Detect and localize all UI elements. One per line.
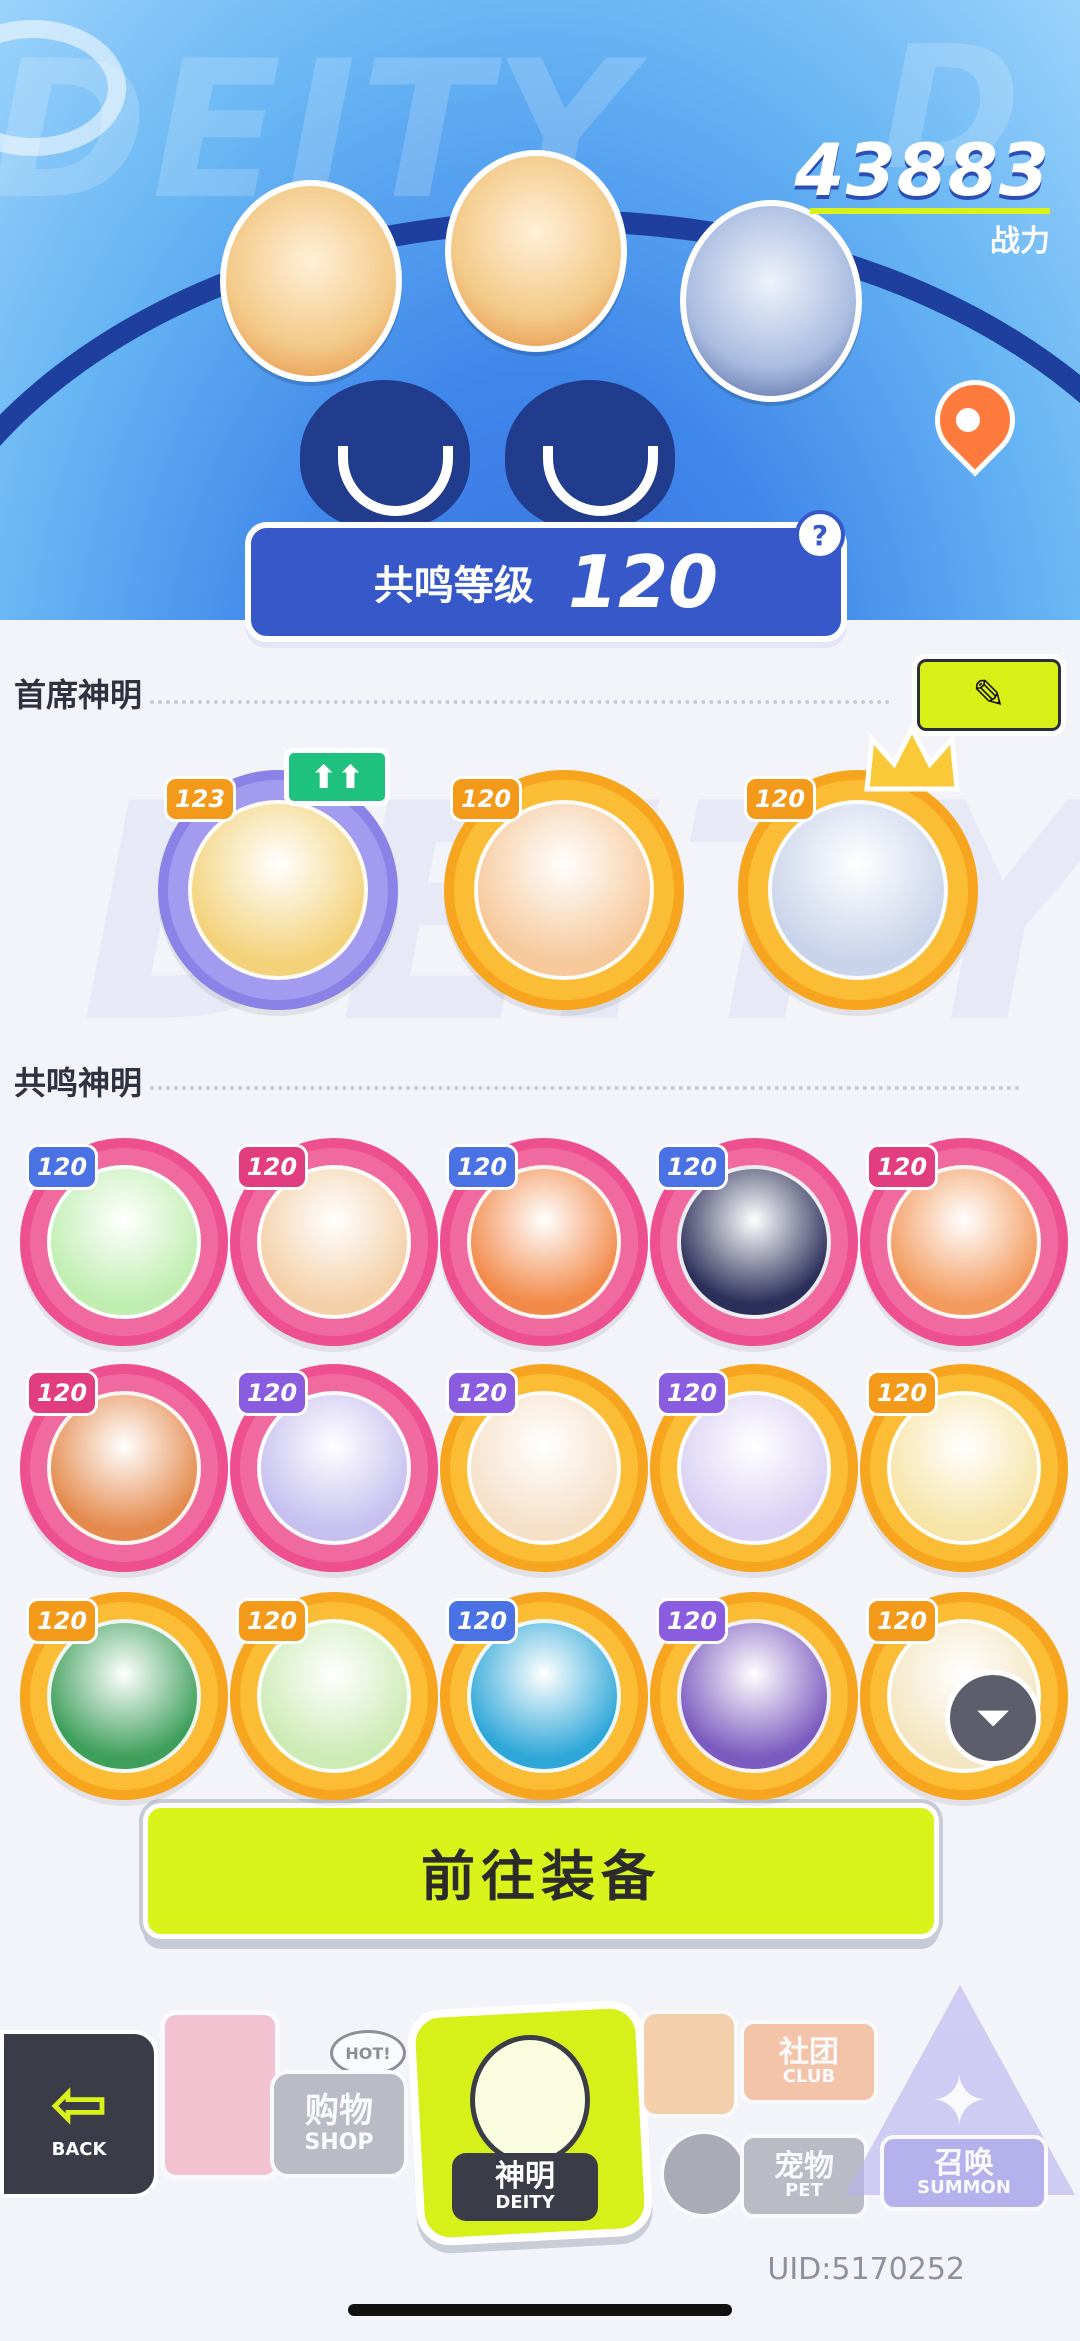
upgrade-arrows-icon: ⬆⬆ (284, 748, 390, 806)
home-indicator[interactable] (348, 2304, 732, 2316)
user-id: UID:5170252 (767, 2252, 965, 2287)
combat-power: 43883 战力 (794, 128, 1050, 260)
resonance-level-label: 共鸣等级 (373, 563, 534, 609)
combat-power-value: 43883 (794, 128, 1050, 212)
resonant-deity-7[interactable]: 120 (230, 1364, 438, 1572)
resonant-deity-10[interactable]: 120 (860, 1364, 1068, 1572)
level-badge: 120 (446, 1598, 518, 1644)
globe-eye-left (300, 380, 470, 530)
level-badge: 120 (744, 776, 816, 822)
nav-summon-label-box: 召唤 SUMMON (880, 2135, 1048, 2211)
vending-machine-icon (160, 2010, 280, 2180)
back-caption: BACK (51, 2138, 107, 2160)
resonant-deity-4[interactable]: 120 (650, 1138, 858, 1346)
level-badge: 120 (866, 1370, 938, 1416)
resonant-deity-8[interactable]: 120 (440, 1364, 648, 1572)
level-badge: 120 (656, 1144, 728, 1190)
deity-mascot-icon (470, 2035, 590, 2165)
resonant-deity-title: 共鸣神明 (14, 1064, 143, 1102)
level-badge: 120 (866, 1144, 938, 1190)
back-arrow-icon: ⇦ (49, 2062, 109, 2145)
crown-icon (864, 724, 960, 792)
nav-deity-sub: DEITY (495, 2192, 555, 2213)
nav-shop-button[interactable]: HOT! 购物 SHOP (160, 1990, 410, 2190)
go-equip-button[interactable]: 前往装备 (143, 1803, 939, 1939)
deity-portrait (474, 800, 654, 980)
nav-deity-label-box: 神明 DEITY (452, 2153, 598, 2221)
nav-deity-button[interactable]: 神明 DEITY (405, 1985, 655, 2248)
level-badge: 120 (656, 1598, 728, 1644)
chief-deity-title: 首席神明 (14, 676, 143, 714)
nav-club-sub: CLUB (782, 2066, 836, 2087)
nav-pet-button[interactable]: 宠物 PET (640, 2120, 868, 2230)
nav-summon-sub: SUMMON (917, 2177, 1011, 2198)
deity-portrait (768, 800, 948, 980)
resonant-deity-14[interactable]: 120 (650, 1592, 858, 1800)
go-equip-label: 前往装备 (421, 1844, 661, 1908)
chibi-deity-1[interactable] (220, 180, 402, 382)
resonance-level-bar: 共鸣等级 120 (245, 522, 847, 642)
resonant-deity-2[interactable]: 120 (230, 1138, 438, 1346)
nav-club-label: 社团 (779, 2035, 839, 2070)
combat-power-label: 战力 (990, 224, 1050, 259)
level-badge: 120 (26, 1598, 98, 1644)
level-badge: 120 (236, 1370, 308, 1416)
club-bag-icon (640, 2010, 738, 2118)
chibi-deity-2[interactable] (445, 150, 627, 352)
summon-star-icon: ✦ (930, 2060, 989, 2142)
nav-summon-label: 召唤 (934, 2146, 994, 2181)
filter-icon[interactable]: ⏷ (945, 1670, 1041, 1766)
level-badge: 120 (236, 1598, 308, 1644)
resonant-deity-13[interactable]: 120 (440, 1592, 648, 1800)
level-badge: 120 (446, 1370, 518, 1416)
level-badge: 120 (26, 1370, 98, 1416)
level-badge: 123 (164, 776, 236, 822)
nav-pet-label: 宠物 (774, 2149, 834, 2184)
resonant-deity-11[interactable]: 120 (20, 1592, 228, 1800)
power-underline (810, 208, 1050, 214)
level-badge: 120 (446, 1144, 518, 1190)
nav-pet-sub: PET (785, 2180, 823, 2201)
chief-deity-3[interactable]: 120 (738, 770, 978, 1010)
level-badge: 120 (450, 776, 522, 822)
resonant-deity-5[interactable]: 120 (860, 1138, 1068, 1346)
globe-eye-right (505, 380, 675, 530)
resonant-deity-12[interactable]: 120 (230, 1592, 438, 1800)
pencil-icon: ✎ (972, 672, 1006, 718)
resonance-level-value: 120 (567, 540, 719, 624)
nav-back-button[interactable]: ⇦ BACK (0, 2030, 158, 2198)
resonant-deity-6[interactable]: 120 (20, 1364, 228, 1572)
section-divider (150, 700, 890, 704)
resonant-deity-9[interactable]: 120 (650, 1364, 858, 1572)
resonant-deity-1[interactable]: 120 (20, 1138, 228, 1346)
pet-lock-icon (660, 2130, 748, 2218)
nav-deity-label: 神明 (495, 2159, 555, 2194)
nav-summon-button[interactable]: ✦ 召唤 SUMMON (835, 1985, 1075, 2215)
level-badge: 120 (656, 1370, 728, 1416)
level-badge: 120 (26, 1144, 98, 1190)
nav-shop-label: 购物 (305, 2091, 373, 2132)
nav-shop-sub: SHOP (304, 2129, 374, 2155)
level-badge: 120 (866, 1598, 938, 1644)
help-icon[interactable]: ? (795, 510, 845, 560)
resonant-deity-3[interactable]: 120 (440, 1138, 648, 1346)
level-badge: 120 (236, 1144, 308, 1190)
section-divider-2 (150, 1086, 1020, 1090)
deity-portrait (188, 800, 368, 980)
chief-deity-1[interactable]: 123 (158, 770, 398, 1010)
chief-deity-2[interactable]: 120 (444, 770, 684, 1010)
nav-shop-label-box: 购物 SHOP (270, 2070, 408, 2178)
